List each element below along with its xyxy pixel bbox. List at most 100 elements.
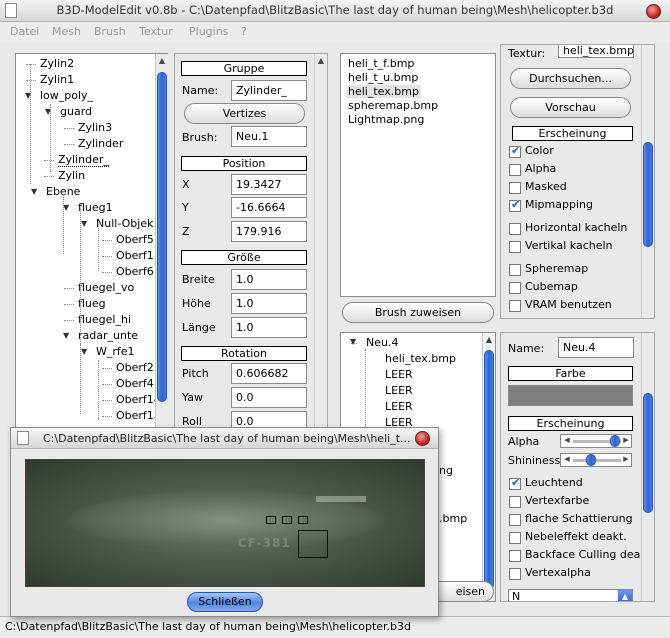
window-close-icon[interactable]	[646, 4, 661, 19]
vertizes-button[interactable]: Vertizes	[184, 103, 305, 124]
tree-item[interactable]: W_rfe1	[96, 345, 135, 358]
slider-left-icon[interactable]: ◀	[561, 436, 573, 444]
texture-list[interactable]: heli_t_f.bmp heli_t_u.bmp heli_tex.bmp sphe…	[340, 53, 496, 297]
tree-item[interactable]: fluegel_hi	[78, 313, 131, 326]
properties-scrollbar[interactable]: ▲	[314, 54, 327, 430]
z-field[interactable]: 179.916	[231, 221, 307, 242]
expanded-triangle-icon[interactable]: ▼	[81, 347, 87, 356]
tree-scroll-thumb[interactable]	[157, 72, 167, 402]
texture-list-item[interactable]: heli_t_u.bmp	[348, 71, 418, 84]
tree-item[interactable]: Oberf5	[116, 233, 154, 246]
scroll-up-icon[interactable]: ▲	[156, 56, 168, 65]
texture-list-item[interactable]: heli_t_f.bmp	[348, 57, 414, 70]
checkbox[interactable]	[509, 144, 521, 158]
farbe-swatch[interactable]	[508, 385, 633, 406]
checkbox[interactable]	[509, 182, 521, 194]
menu-help[interactable]: ?	[241, 25, 247, 38]
checkbox[interactable]	[509, 550, 521, 562]
brush-zuweisen-button[interactable]: Brush zuweisen	[342, 302, 494, 323]
tree-item[interactable]: guard	[60, 105, 92, 118]
breite-field[interactable]: 1.0	[231, 269, 307, 290]
brush-props-scrollbar[interactable]	[641, 333, 654, 601]
checkbox[interactable]	[509, 223, 521, 235]
hoehe-field[interactable]: 1.0	[231, 293, 307, 314]
brush-field[interactable]: Neu.1	[231, 126, 307, 147]
brush-tree-scrollbar[interactable]: ▲	[482, 333, 495, 601]
tree-item[interactable]: Zylinder	[78, 137, 123, 150]
brush-dropdown[interactable]: N ▲	[508, 589, 633, 601]
menu-textur[interactable]: Textur	[139, 25, 173, 38]
durchsuchen-button[interactable]: Durchsuchen...	[510, 68, 631, 89]
expanded-triangle-icon[interactable]: ▼	[350, 337, 356, 346]
x-field[interactable]: 19.3427	[231, 174, 307, 195]
checkbox[interactable]	[509, 282, 521, 294]
expanded-triangle-icon[interactable]: ▼	[63, 331, 69, 340]
laenge-field[interactable]: 1.0	[231, 317, 307, 338]
checkbox[interactable]	[509, 241, 521, 253]
scroll-up-icon[interactable]: ▲	[483, 335, 495, 344]
tree-item[interactable]: Zylin3	[78, 121, 112, 134]
menu-mesh[interactable]: Mesh	[52, 25, 81, 38]
menu-plugins[interactable]: Plugins	[189, 25, 228, 38]
alpha-slider[interactable]: ◀ ▶	[560, 434, 632, 448]
brush-name-field[interactable]: Neu.4	[558, 337, 634, 358]
slider-right-icon[interactable]: ▶	[620, 455, 632, 463]
brush-tree-scroll-thumb[interactable]	[484, 350, 494, 590]
checkbox[interactable]	[509, 476, 521, 490]
tree-item[interactable]: Oberf1	[116, 249, 154, 262]
shininess-slider[interactable]: ◀ ▶	[560, 453, 632, 467]
tree-item[interactable]: Zylin1	[40, 73, 74, 86]
tree-item[interactable]: flueg1	[78, 201, 113, 214]
tree-item[interactable]: Oberf4	[116, 377, 154, 390]
checkbox[interactable]	[509, 164, 521, 176]
checkbox[interactable]	[509, 496, 521, 508]
texture-props-scrollbar[interactable]	[641, 45, 654, 318]
brush-tree-item[interactable]: heli_tex.bmp	[385, 352, 456, 365]
brush-tree-item[interactable]: Neu.4	[366, 336, 398, 349]
checkbox[interactable]	[509, 514, 521, 526]
tree-item[interactable]: low_poly_	[40, 89, 93, 102]
dropdown-arrow-icon[interactable]: ▲	[618, 590, 632, 601]
tree-item[interactable]: fluegel_vo	[78, 281, 134, 294]
vorschau-button[interactable]: Vorschau	[510, 97, 631, 118]
textur-field[interactable]: heli_tex.bmp	[558, 45, 634, 58]
tree-item[interactable]: Oberf6	[116, 265, 154, 278]
checkbox[interactable]	[509, 532, 521, 544]
schliessen-button[interactable]: Schließen	[187, 592, 263, 612]
brush-tree-item[interactable]: LEER	[385, 384, 413, 397]
brush-props-scroll-thumb[interactable]	[643, 393, 653, 513]
checkbox[interactable]	[509, 198, 521, 212]
tree-item[interactable]: flueg	[78, 297, 106, 310]
texture-list-item[interactable]: spheremap.bmp	[348, 99, 438, 112]
slider-right-icon[interactable]: ▶	[620, 436, 632, 444]
expanded-triangle-icon[interactable]: ▼	[81, 219, 87, 228]
expanded-triangle-icon[interactable]: ▼	[31, 187, 37, 196]
checkbox[interactable]	[509, 300, 521, 312]
menu-brush[interactable]: Brush	[94, 25, 126, 38]
alpha-slider-knob[interactable]	[610, 435, 621, 447]
scroll-up-icon[interactable]: ▲	[315, 56, 327, 65]
texture-list-item[interactable]: Lightmap.png	[348, 113, 424, 126]
pitch-field[interactable]: 0.606682	[231, 363, 307, 384]
tree-item[interactable]: radar_unte	[78, 329, 138, 342]
slider-left-icon[interactable]: ◀	[561, 455, 573, 463]
y-field[interactable]: -16.6664	[231, 197, 307, 218]
brush-tree-item[interactable]: .bmp	[439, 512, 467, 525]
texture-list-item[interactable]: heli_tex.bmp	[346, 85, 421, 98]
yaw-field[interactable]: 0.0	[231, 387, 307, 408]
texture-props-scroll-thumb[interactable]	[643, 142, 653, 247]
tree-item[interactable]: Null-Objek	[96, 217, 153, 230]
checkbox[interactable]	[509, 264, 521, 276]
brush-tree-item[interactable]: LEER	[385, 400, 413, 413]
brush-tree-item[interactable]: ng	[439, 464, 453, 477]
tree-scrollbar[interactable]: ▲	[155, 54, 168, 430]
name-field[interactable]: Zylinder_	[231, 80, 307, 101]
tree-item[interactable]: Zylinder_	[58, 153, 109, 167]
checkbox[interactable]	[509, 568, 521, 580]
scene-tree[interactable]: Zylin2 Zylin1 ▼ low_poly_ ▼ guard Zylin3 Zylind…	[15, 53, 168, 431]
tree-item[interactable]: Zylin2	[40, 57, 74, 70]
brush-tree-item[interactable]: LEER	[385, 368, 413, 381]
dialog-close-icon[interactable]	[415, 431, 430, 446]
shininess-slider-knob[interactable]	[586, 454, 597, 466]
tree-item[interactable]: Zylin	[58, 169, 85, 182]
